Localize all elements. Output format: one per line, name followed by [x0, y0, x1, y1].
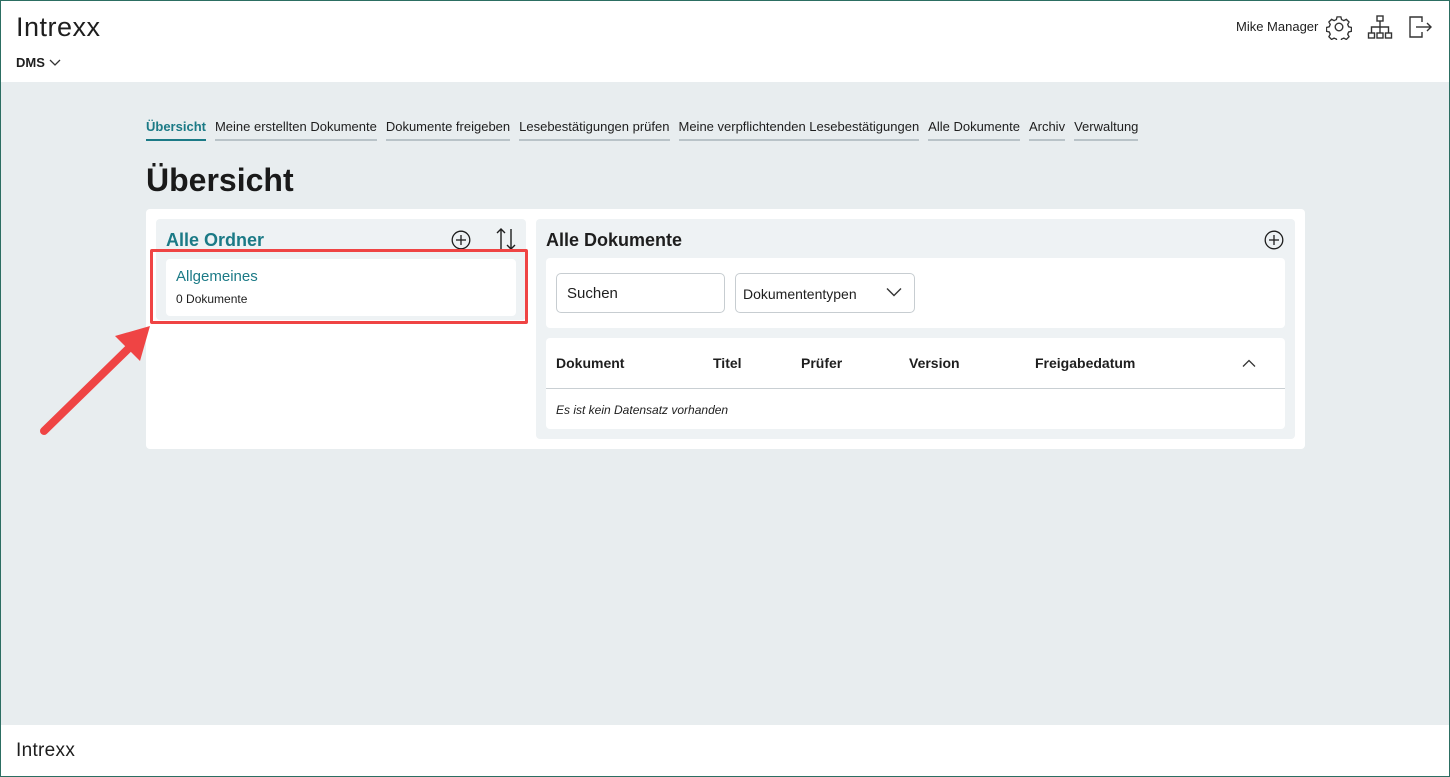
add-document-icon[interactable]: [1264, 230, 1284, 250]
folders-panel-title: Alle Ordner: [166, 230, 265, 250]
tab-meine-erstellten-dokumente[interactable]: Meine erstellten Dokumente: [214, 119, 377, 141]
app-footer: [0, 725, 1450, 777]
sort-icon[interactable]: [494, 227, 518, 251]
logout-icon[interactable]: [1407, 14, 1433, 40]
column-header-pruefer[interactable]: Prüfer: [801, 355, 842, 371]
tab-uebersicht[interactable]: Übersicht: [146, 119, 206, 141]
chevron-up-icon[interactable]: [1242, 359, 1256, 368]
document-type-select[interactable]: Dokumententypen: [735, 273, 915, 313]
folder-name: Allgemeines: [176, 268, 258, 285]
gear-icon[interactable]: [1326, 14, 1352, 40]
sitemap-icon[interactable]: [1367, 14, 1393, 40]
intrexx-logo[interactable]: Intrexx: [16, 12, 101, 43]
tab-lesebestaetigungen-pruefen[interactable]: Lesebestätigungen prüfen: [519, 119, 670, 141]
column-header-titel[interactable]: Titel: [713, 355, 742, 371]
chevron-down-icon: [49, 59, 61, 66]
documents-table: Dokument Titel Prüfer Version Freigabeda…: [546, 338, 1285, 429]
app-switcher[interactable]: DMS: [16, 55, 61, 70]
chevron-down-icon: [886, 288, 902, 297]
add-folder-icon[interactable]: [451, 230, 471, 250]
folder-count-label: Dokumente: [186, 292, 248, 306]
tab-navigation: Übersicht Meine erstellten Dokumente Dok…: [146, 119, 1139, 141]
folder-count-value: 0: [176, 292, 183, 306]
user-name[interactable]: Mike Manager: [1236, 19, 1318, 34]
search-input[interactable]: [556, 273, 725, 313]
app-switcher-label: DMS: [16, 55, 45, 70]
column-header-version[interactable]: Version: [909, 355, 960, 371]
app-header: Intrexx DMS Mike Manager: [0, 0, 1450, 82]
tab-archiv[interactable]: Archiv: [1028, 119, 1066, 141]
page-title: Übersicht: [146, 162, 294, 198]
document-type-select-value: Dokumententypen: [743, 286, 857, 302]
folder-document-count: 0 Dokumente: [176, 292, 247, 306]
table-header-divider: [546, 388, 1285, 389]
tab-verwaltung[interactable]: Verwaltung: [1074, 119, 1139, 141]
folder-item-allgemeines[interactable]: Allgemeines 0 Dokumente: [166, 259, 516, 316]
column-header-dokument[interactable]: Dokument: [556, 355, 624, 371]
tab-dokumente-freigeben[interactable]: Dokumente freigeben: [385, 119, 511, 141]
intrexx-footer-logo: Intrexx: [16, 740, 76, 761]
tab-meine-verpflichtenden-lesebestaetigungen[interactable]: Meine verpflichtenden Lesebestätigungen: [678, 119, 920, 141]
tab-alle-dokumente[interactable]: Alle Dokumente: [928, 119, 1020, 141]
empty-table-message: Es ist kein Datensatz vorhanden: [556, 403, 729, 417]
documents-panel-title: Alle Dokumente: [546, 230, 683, 250]
column-header-freigabedatum[interactable]: Freigabedatum: [1035, 355, 1135, 371]
